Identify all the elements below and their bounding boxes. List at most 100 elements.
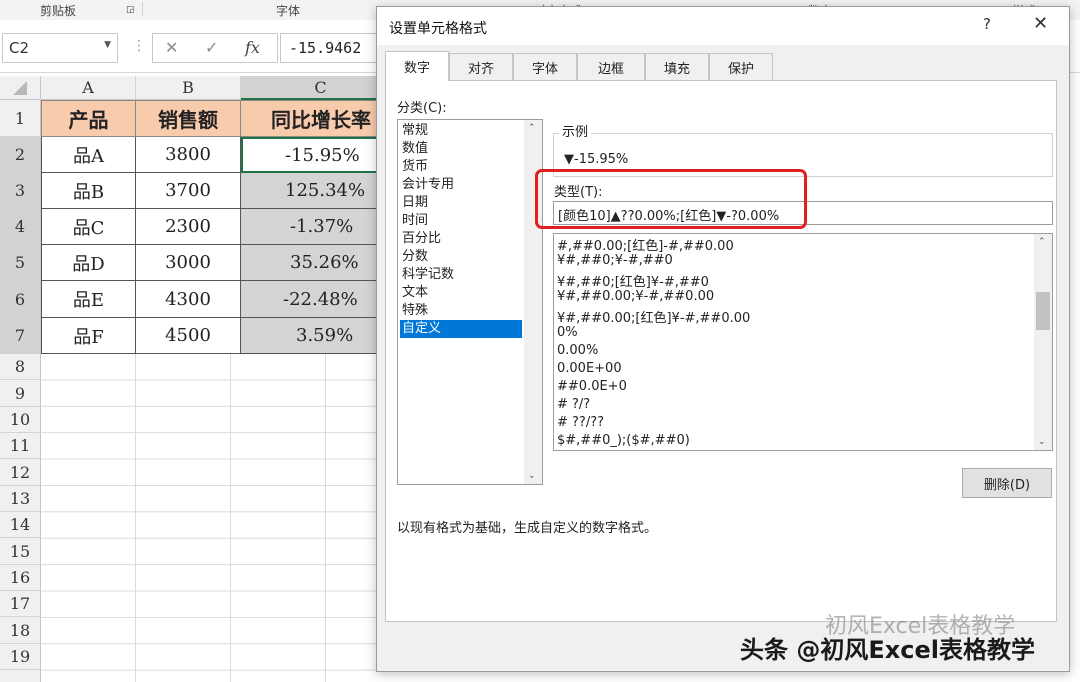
row-header-17[interactable]: 17: [0, 591, 41, 617]
table-cell[interactable]: 品A: [41, 137, 136, 173]
list-item[interactable]: ¥#,##0;¥-#,##0: [557, 253, 673, 268]
list-item[interactable]: ##0.0E+0: [557, 379, 627, 394]
row-header-6[interactable]: 6: [0, 281, 41, 318]
list-item[interactable]: 日期: [400, 194, 522, 212]
list-item[interactable]: $#,##0_);($#,##0): [557, 433, 690, 448]
enter-icon[interactable]: ✓: [205, 38, 218, 57]
row-header-4[interactable]: 4: [0, 209, 41, 245]
list-item[interactable]: 数值: [400, 140, 522, 158]
table-cell[interactable]: 35.26%: [241, 245, 380, 281]
table-cell[interactable]: 品D: [41, 245, 136, 281]
list-item[interactable]: ¥#,##0.00;[红色]¥-#,##0.00: [557, 307, 750, 326]
scrollbar-thumb[interactable]: [1036, 292, 1050, 330]
row-header-14[interactable]: 14: [0, 512, 41, 538]
list-item[interactable]: # ??/??: [557, 415, 604, 430]
drag-handle-icon[interactable]: ⋮: [132, 38, 146, 54]
row-header-10[interactable]: 10: [0, 407, 41, 433]
watermark: 头条 @初风Excel表格教学: [740, 636, 1035, 664]
table-cell[interactable]: -1.37%: [241, 209, 380, 245]
tab-alignment[interactable]: 对齐: [449, 53, 513, 80]
list-item[interactable]: 科学记数: [400, 266, 522, 284]
list-item[interactable]: 文本: [400, 284, 522, 302]
tab-fill[interactable]: 填充: [645, 53, 709, 80]
number-tab-panel: 分类(C): 常规 数值 货币 会计专用 日期 时间 百分比 分数 科学记数 文…: [385, 80, 1057, 622]
close-button[interactable]: ✕: [1033, 13, 1048, 34]
row-header-9[interactable]: 9: [0, 380, 41, 407]
list-item[interactable]: 0.00%: [557, 343, 598, 358]
table-cell[interactable]: 125.34%: [241, 173, 380, 209]
list-item[interactable]: 常规: [400, 122, 522, 140]
row-header-19[interactable]: 19: [0, 644, 41, 670]
select-all-corner[interactable]: [0, 76, 41, 100]
row-header-3[interactable]: 3: [0, 173, 41, 209]
scroll-up-icon[interactable]: ⌃: [1038, 237, 1046, 247]
row-header-2[interactable]: 2: [0, 137, 41, 173]
row-header-5[interactable]: 5: [0, 245, 41, 281]
category-list[interactable]: 常规 数值 货币 会计专用 日期 时间 百分比 分数 科学记数 文本 特殊 自定…: [397, 119, 543, 485]
row-header-18[interactable]: 18: [0, 617, 41, 644]
row-header-11[interactable]: 11: [0, 433, 41, 459]
list-item[interactable]: 分数: [400, 248, 522, 266]
insert-function-icon[interactable]: fx: [245, 38, 260, 57]
active-cell[interactable]: -15.95%: [241, 137, 380, 173]
table-cell[interactable]: -22.48%: [241, 281, 380, 318]
list-item[interactable]: 会计专用: [400, 176, 522, 194]
table-cell[interactable]: 3700: [136, 173, 241, 209]
table-cell[interactable]: 2300: [136, 209, 241, 245]
list-item[interactable]: 0.00E+00: [557, 361, 622, 376]
corner-triangle-icon: [13, 80, 27, 95]
table-cell[interactable]: 品C: [41, 209, 136, 245]
column-header-b[interactable]: B: [136, 76, 241, 100]
column-header-c[interactable]: C: [241, 76, 380, 100]
header-cell-sales[interactable]: 销售额: [136, 100, 241, 137]
empty-cells[interactable]: [41, 354, 380, 682]
header-cell-product[interactable]: 产品: [41, 100, 136, 137]
tab-protection[interactable]: 保护: [709, 53, 773, 80]
help-button[interactable]: ?: [983, 15, 991, 33]
row-header-20[interactable]: [0, 670, 41, 682]
delete-button[interactable]: 删除(D): [962, 468, 1052, 498]
format-list-scrollbar[interactable]: ⌃ ⌄: [1034, 234, 1052, 450]
scroll-up-icon[interactable]: ⌃: [528, 123, 536, 133]
list-item[interactable]: # ?/?: [557, 397, 590, 412]
table-cell[interactable]: 4500: [136, 318, 241, 354]
tab-border[interactable]: 边框: [577, 53, 645, 80]
row-header-8[interactable]: 8: [0, 354, 41, 380]
table-cell[interactable]: 品F: [41, 318, 136, 354]
clipboard-launcher-icon[interactable]: ◲: [126, 5, 135, 15]
list-item[interactable]: 时间: [400, 212, 522, 230]
column-header-a[interactable]: A: [41, 76, 136, 100]
row-header-15[interactable]: 15: [0, 538, 41, 565]
name-box-value: C2: [9, 39, 30, 57]
row-header-13[interactable]: 13: [0, 486, 41, 512]
row-header-7[interactable]: 7: [0, 318, 41, 354]
chevron-down-icon[interactable]: ▼: [104, 40, 111, 50]
table-cell[interactable]: 3000: [136, 245, 241, 281]
table-cell[interactable]: 4300: [136, 281, 241, 318]
worksheet-grid: A B C 1 2 3 4 5 6 7 8 9 10 11 12 13 14 1…: [0, 76, 380, 682]
tab-font[interactable]: 字体: [513, 53, 577, 80]
list-item[interactable]: ¥#,##0.00;¥-#,##0.00: [557, 289, 714, 304]
table-cell[interactable]: 3800: [136, 137, 241, 173]
dialog-titlebar[interactable]: 设置单元格格式 ? ✕: [377, 7, 1069, 45]
cancel-icon[interactable]: ✕: [165, 38, 178, 57]
name-box[interactable]: C2 ▼: [2, 33, 118, 63]
scroll-down-icon[interactable]: ⌄: [1038, 437, 1046, 447]
format-code-list[interactable]: #,##0.00;[红色]-#,##0.00 ¥#,##0;¥-#,##0 ¥#…: [553, 233, 1053, 451]
list-item[interactable]: #,##0.00;[红色]-#,##0.00: [557, 235, 734, 254]
header-cell-growth[interactable]: 同比增长率: [241, 100, 380, 137]
list-item[interactable]: ¥#,##0;[红色]¥-#,##0: [557, 271, 709, 290]
tab-number[interactable]: 数字: [385, 51, 449, 81]
list-item[interactable]: 货币: [400, 158, 522, 176]
table-cell[interactable]: 品B: [41, 173, 136, 209]
list-item[interactable]: 百分比: [400, 230, 522, 248]
table-cell[interactable]: 品E: [41, 281, 136, 318]
scroll-down-icon[interactable]: ⌄: [528, 471, 536, 481]
list-item[interactable]: 特殊: [400, 302, 522, 320]
list-item[interactable]: 0%: [557, 325, 578, 340]
row-header-16[interactable]: 16: [0, 565, 41, 591]
row-header-1[interactable]: 1: [0, 100, 41, 137]
row-header-12[interactable]: 12: [0, 459, 41, 486]
table-cell[interactable]: 3.59%: [241, 318, 380, 354]
list-item-selected[interactable]: 自定义: [400, 320, 522, 338]
